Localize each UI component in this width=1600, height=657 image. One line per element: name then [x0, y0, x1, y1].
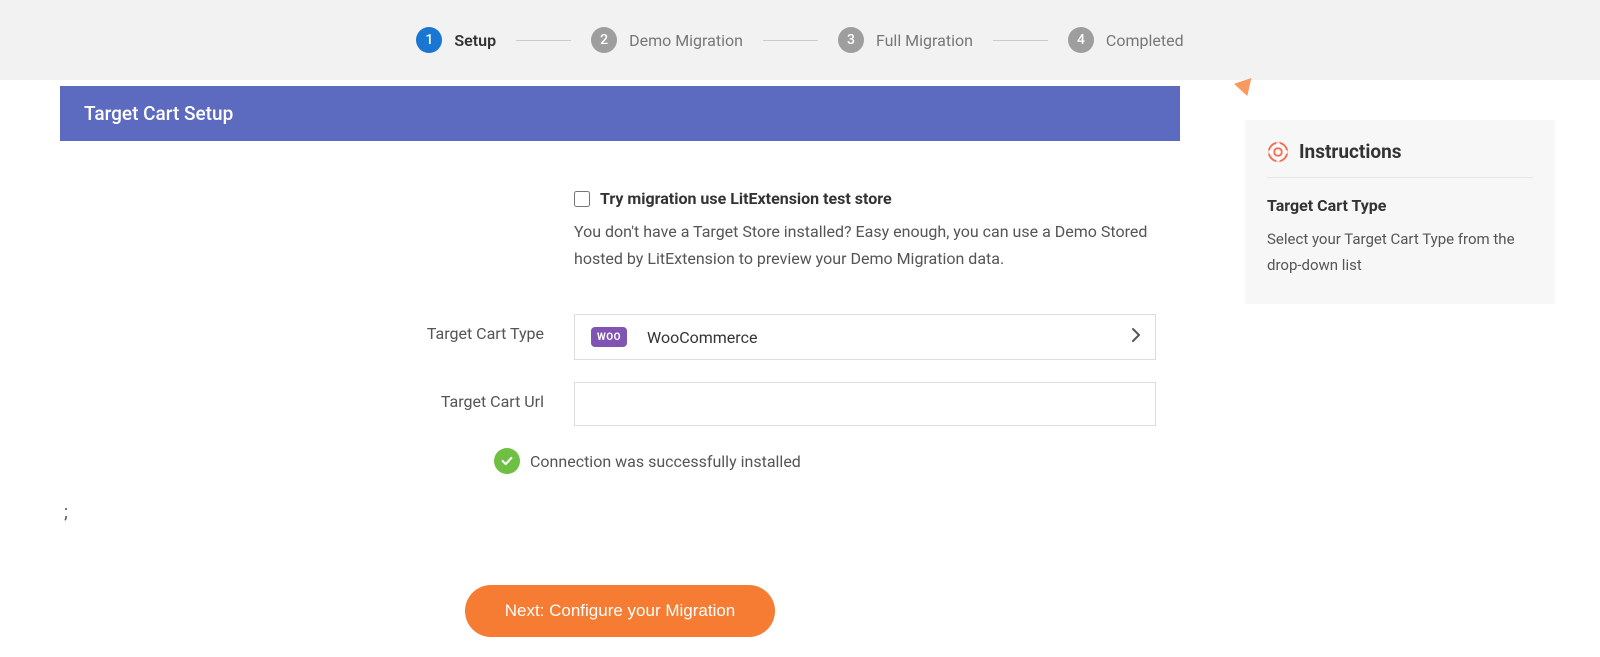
- step-num-2: 2: [591, 27, 617, 53]
- instructions-title: Instructions: [1299, 140, 1402, 163]
- step-divider: [516, 40, 571, 41]
- step-label-3: Full Migration: [876, 31, 973, 50]
- step-label-1: Setup: [454, 31, 496, 50]
- try-test-store-description: You don't have a Target Store installed?…: [574, 218, 1156, 272]
- step-divider: [993, 40, 1048, 41]
- step-label-4: Completed: [1106, 31, 1184, 50]
- woocommerce-logo-icon: WOO: [591, 327, 627, 347]
- chevron-right-icon: [1131, 327, 1141, 347]
- step-num-1: 1: [416, 27, 442, 53]
- next-configure-button[interactable]: Next: Configure your Migration: [465, 585, 776, 637]
- target-cart-url-label: Target Cart Url: [84, 382, 574, 411]
- target-cart-type-label: Target Cart Type: [84, 314, 574, 343]
- instructions-subtitle: Target Cart Type: [1267, 196, 1533, 215]
- target-cart-type-value: WooCommerce: [647, 328, 757, 347]
- try-test-store-checkbox[interactable]: [574, 191, 590, 207]
- instructions-text: Select your Target Cart Type from the dr…: [1267, 227, 1533, 278]
- stepper-bar: 1 Setup 2 Demo Migration 3 Full Migratio…: [0, 0, 1600, 80]
- step-completed[interactable]: 4 Completed: [1068, 27, 1184, 53]
- connection-status: Connection was successfully installed: [494, 448, 1156, 474]
- step-full-migration[interactable]: 3 Full Migration: [838, 27, 973, 53]
- target-cart-url-input[interactable]: [574, 382, 1156, 426]
- target-cart-type-dropdown[interactable]: WOO WooCommerce: [574, 314, 1156, 360]
- section-header: Target Cart Setup: [60, 86, 1180, 141]
- step-label-2: Demo Migration: [629, 31, 743, 50]
- step-num-3: 3: [838, 27, 864, 53]
- check-circle-icon: [494, 448, 520, 474]
- step-demo-migration[interactable]: 2 Demo Migration: [591, 27, 743, 53]
- form-area: Try migration use LitExtension test stor…: [60, 141, 1180, 488]
- stray-text: ;: [64, 502, 1180, 523]
- step-divider: [763, 40, 818, 41]
- connection-status-text: Connection was successfully installed: [530, 452, 801, 471]
- lifering-icon: [1267, 141, 1289, 163]
- instructions-panel: Instructions Target Cart Type Select you…: [1245, 120, 1555, 304]
- step-num-4: 4: [1068, 27, 1094, 53]
- try-test-store-label[interactable]: Try migration use LitExtension test stor…: [600, 189, 892, 208]
- step-setup[interactable]: 1 Setup: [416, 27, 496, 53]
